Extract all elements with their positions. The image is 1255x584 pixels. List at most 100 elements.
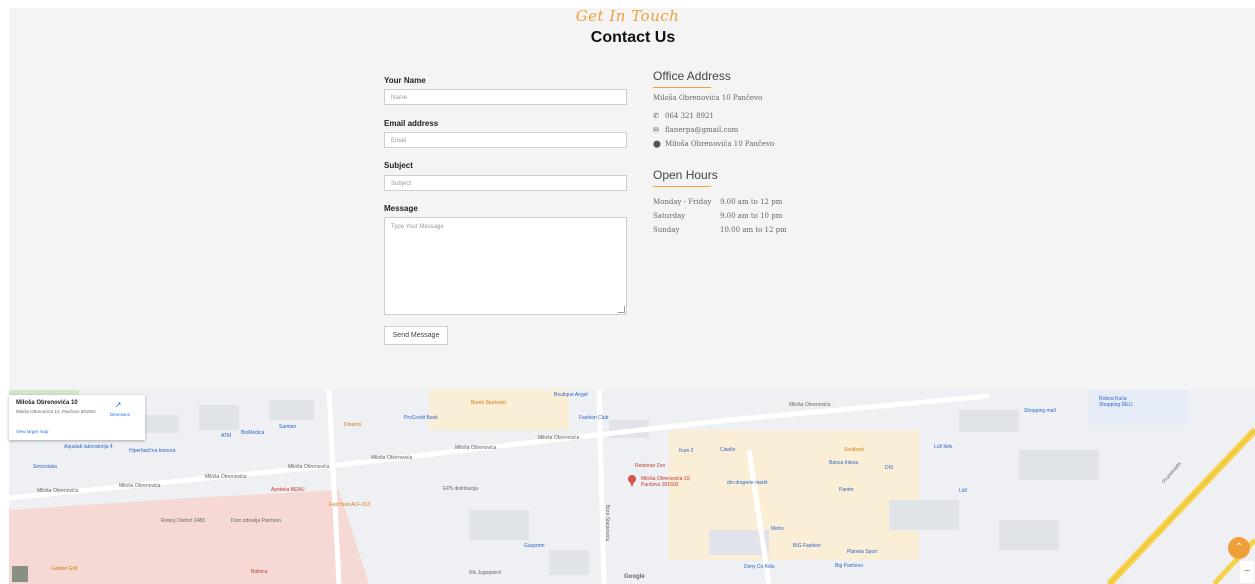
directions-link[interactable]: Directions [110,412,130,417]
scroll-to-top-button[interactable]: ⌃ [1228,537,1250,559]
hours-title-underline [653,186,711,187]
hours-day: Sunday [653,226,680,234]
map-marker-icon: ⬤ [653,140,661,148]
map-poi[interactable]: ATM [221,433,231,439]
hours-row: Saturday 9.00 am to 10 pm [653,212,787,226]
chevron-up-icon: ⌃ [1234,542,1244,553]
office-phone: 064 321 8921 [665,112,714,120]
street-label: Miloša Obrenovića [205,474,247,480]
hours-row: Sunday 10.00 am to 12 pm [653,226,787,240]
view-larger-map-link[interactable]: View larger map [16,429,48,434]
map-canvas[interactable] [9,390,1255,584]
map-poi[interactable]: Restoran Zen [635,463,665,469]
map-poi[interactable]: Bolnica [251,569,267,575]
zoom-out-button[interactable]: − [1240,561,1254,583]
satellite-thumbnail[interactable] [12,566,28,582]
embedded-map[interactable]: Miloša Obrenovića Miloša Obrenovića Milo… [9,390,1255,584]
envelope-icon: ✉ [653,126,659,134]
hours-time: 10.00 am to 12 pm [720,226,787,234]
map-poi[interactable]: Boutique Angel [554,392,588,398]
section-tagline: Get In Touch [575,7,680,25]
minus-icon: − [1244,566,1250,577]
place-address: Miloša Obrenovića 10, Pančevo 301602 [16,409,96,414]
map-place-card: Miloša Obrenovića 10 Miloša Obrenovića 1… [9,395,145,440]
map-poi[interactable]: ProCredit Bank [404,415,438,421]
message-textarea[interactable]: Type Your Message [384,217,627,315]
office-title-underline [653,87,711,88]
name-label: Your Name [384,76,426,85]
map-poi[interactable]: Lidl [959,488,967,494]
map-poi[interactable]: Dinamo [344,422,361,428]
map-poi: Rotary District 2483 [161,518,205,524]
map-poi[interactable]: Deny Co Kids [744,564,775,570]
map-poi[interactable]: Shopping mall [1024,408,1056,414]
map-poi[interactable]: Fashion Club [579,415,608,421]
map-poi[interactable]: Banca Intesa [829,460,858,466]
street-label: Miloša Obrenovića [538,435,580,441]
map-poi[interactable]: Robna Kuća Shopping DELI [1099,396,1149,408]
map-poi[interactable]: Panter [839,487,854,493]
street-label: Miloša Obrenovića [455,445,497,451]
map-poi[interactable]: Hiperbarična komora [129,448,175,454]
hours-time: 9.00 am to 12 pm [720,198,783,206]
email-field[interactable]: Email [384,132,627,148]
subject-field[interactable]: Subject [384,175,627,191]
map-poi[interactable]: Burek Starkoski [471,400,506,406]
map-poi[interactable]: Ciaolle [720,447,735,453]
map-poi[interactable]: Smrzotaka [33,464,57,470]
email-label: Email address [384,119,439,128]
street-label: Miloša Obrenovića [37,488,79,494]
map-poi[interactable]: Gabriel Grill [51,566,77,572]
map-poi[interactable]: BioMedica [241,430,264,436]
street-label: Miloša Obrenovića [288,464,330,470]
map-poi[interactable]: Samtan [279,424,296,430]
street-label: Miloša Obrenovića [371,455,413,461]
message-label: Message [384,204,418,213]
google-logo: Google [624,574,645,580]
send-message-button[interactable]: Send Message [384,326,448,345]
directions-icon[interactable]: ➚ [115,400,122,409]
map-poi[interactable]: Soulfood [844,447,864,453]
map-poi[interactable]: dm drogerie markt [727,480,768,486]
map-poi[interactable]: Dom zdravlja Pančevo [231,518,281,524]
street-label: Miloša Obrenovića [789,402,831,408]
message-placeholder: Type Your Message [391,224,444,230]
office-location-row: ⬤ Miloša Obrenovića 10 Pančevo [653,140,774,148]
map-poi[interactable]: Kum 2 [679,448,693,454]
resize-handle[interactable] [618,306,625,313]
map-poi[interactable]: Gazprom [524,543,545,549]
hours-table: Monday - Friday 9.00 am to 12 pm Saturday… [653,198,787,240]
hours-time: 9.00 am to 10 pm [720,212,783,220]
map-poi[interactable]: DIS [885,465,893,471]
map-poi[interactable]: EPS distribucija [443,486,478,492]
map-poi[interactable]: Nis Jugopetrol [469,570,501,576]
open-hours-title: Open Hours [653,168,718,182]
street-label: Bore Stankovića [604,504,611,542]
subject-label: Subject [384,161,413,170]
map-poi[interactable]: Fast food ALF-013 [329,502,370,508]
map-poi[interactable]: Planeta Sport [847,549,877,555]
contact-section [9,8,1255,390]
hours-day: Saturday [653,212,686,220]
office-address-title: Office Address [653,69,731,83]
hours-day: Monday - Friday [653,198,712,206]
street-label: Miloša Obrenovića [119,483,161,489]
map-pin-label: Miloša Obrenovića 10, Pančevo 301602 [641,476,691,488]
place-name: Miloša Obrenovića 10 [16,400,78,406]
office-phone-row: ✆ 064 321 8921 [653,112,714,120]
map-poi[interactable]: Big Pančevo [835,563,863,569]
page-title: Contact Us [590,29,676,46]
map-poi[interactable]: Lufi kids [934,444,952,450]
office-location: Miloša Obrenovića 10 Pančevo [665,140,775,148]
hours-row: Monday - Friday 9.00 am to 12 pm [653,198,787,212]
office-address: Miloša Obrenovića 10 Pančevo [653,94,763,102]
map-poi[interactable]: BIG Fashion [793,543,821,549]
contact-page: Get In Touch Contact Us Your Name Name E… [0,0,1255,584]
map-poi[interactable]: Apoteka BENU [271,487,305,493]
phone-icon: ✆ [653,112,659,120]
office-email: flanerpa@gmail.com [665,126,739,134]
map-poi[interactable]: Aqualab laboratorija 4 [64,444,113,450]
office-email-row: ✉ flanerpa@gmail.com [653,126,738,134]
map-poi[interactable]: Metro [771,526,784,532]
name-field[interactable]: Name [384,89,627,105]
